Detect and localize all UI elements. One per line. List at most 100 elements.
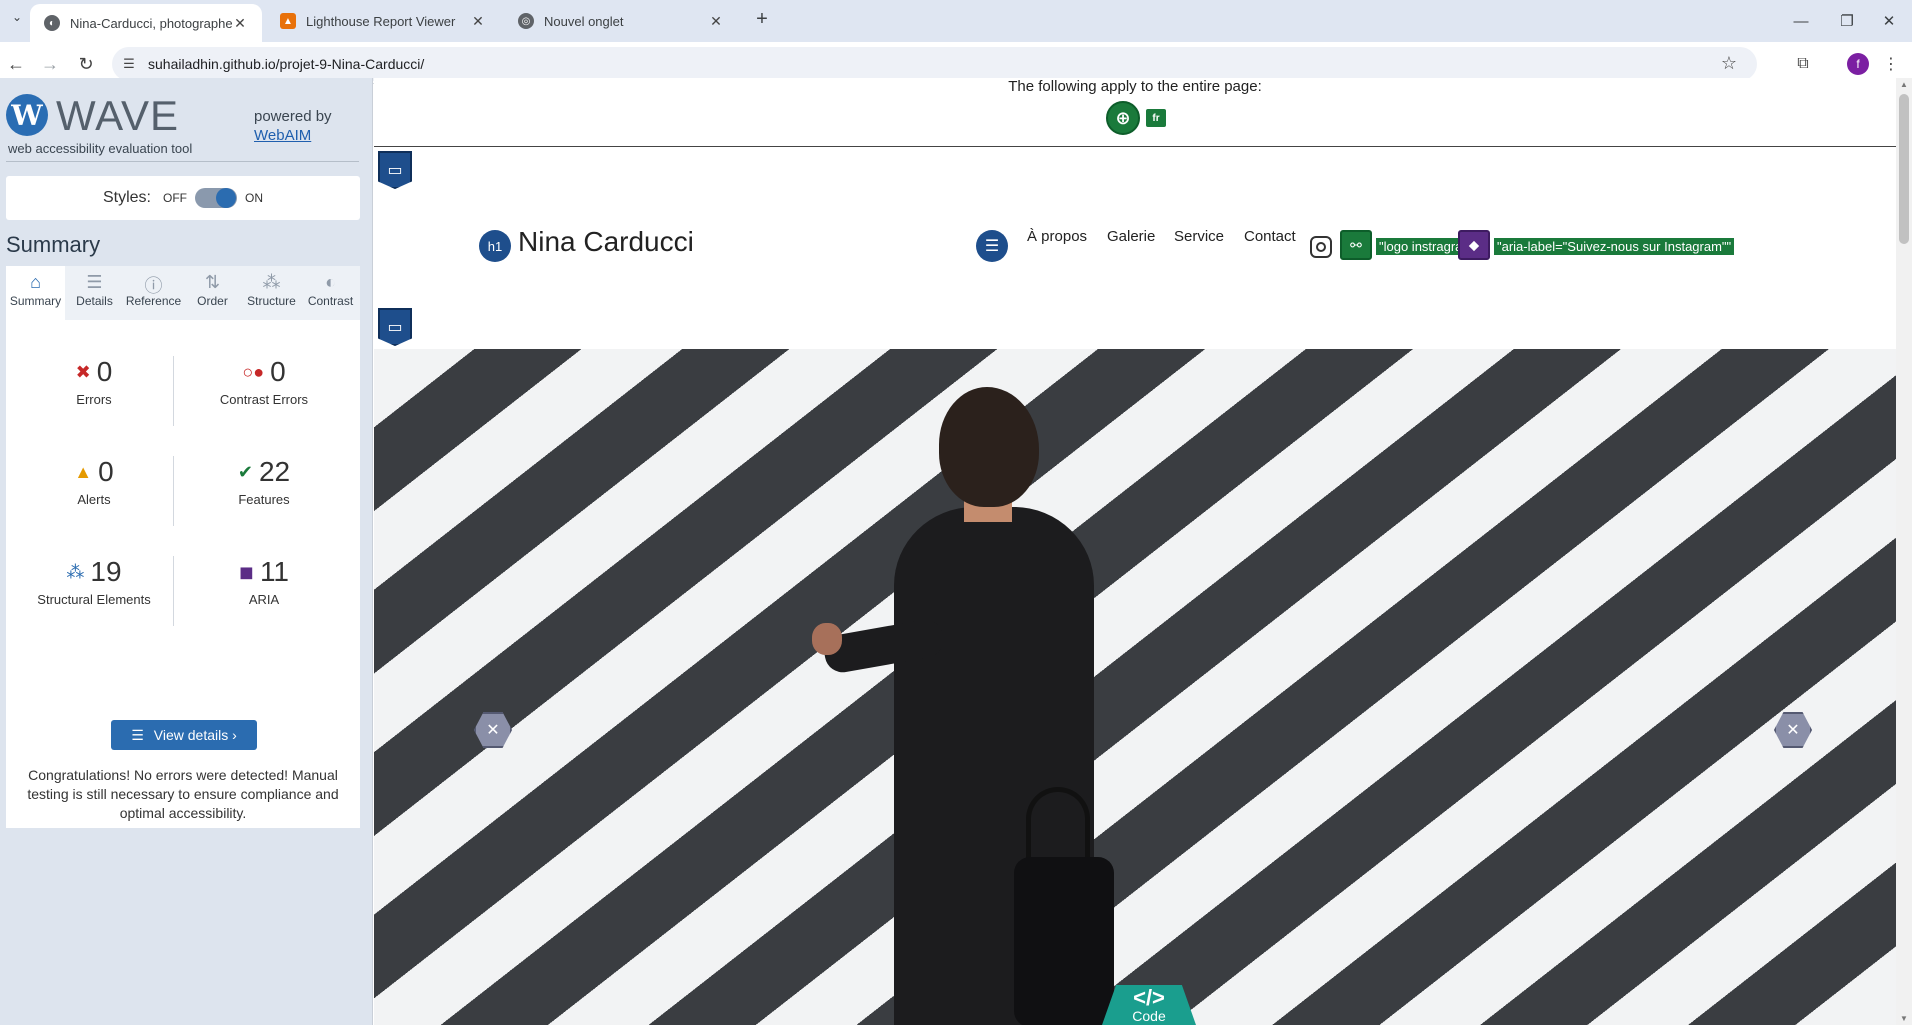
bookmark-star-icon[interactable]: ☆ xyxy=(1721,53,1737,74)
person-hand xyxy=(812,623,842,655)
features-label: Features xyxy=(238,492,290,507)
businessman-figure xyxy=(812,387,1124,1025)
scroll-thumb[interactable] xyxy=(1899,94,1909,244)
stat-structure: ⁂ 19 Structural Elements xyxy=(14,554,174,607)
header-region-icon[interactable]: ▭ xyxy=(378,151,412,189)
styles-off-label: OFF xyxy=(163,191,187,205)
view-details-button[interactable]: ☰ View details › xyxy=(111,720,257,750)
globe-favicon-icon: ◐ xyxy=(44,15,60,31)
close-tab-icon[interactable]: ✕ xyxy=(470,13,486,29)
features-count: 22 xyxy=(258,456,291,487)
tab-structure[interactable]: ⁂ Structure xyxy=(242,266,301,320)
stat-contrast-errors: ○● 0 Contrast Errors xyxy=(184,354,344,407)
webaim-link[interactable]: WebAIM xyxy=(254,126,332,145)
new-tab-button[interactable]: + xyxy=(750,8,774,32)
nav-list-icon[interactable]: ☰ xyxy=(976,230,1008,262)
alerts-label: Alerts xyxy=(77,492,111,507)
tab-label: Order xyxy=(197,294,228,308)
hero-image xyxy=(374,349,1896,1025)
restore-icon[interactable]: ❐ xyxy=(1824,0,1870,42)
extensions-icon[interactable]: ⧉ xyxy=(1790,51,1816,77)
instagram-icon[interactable] xyxy=(1310,236,1332,258)
styles-toggle-box: Styles: OFF ON xyxy=(6,176,360,220)
crosswalk-background xyxy=(374,349,1896,1025)
congrats-message: Congratulations! No errors were detected… xyxy=(27,767,339,821)
divider xyxy=(173,556,174,626)
styles-on-label: ON xyxy=(245,191,263,205)
profile-avatar[interactable]: f xyxy=(1847,53,1869,75)
page-scrollbar[interactable]: ▲ ▼ xyxy=(1896,78,1912,1025)
nav-link-contact[interactable]: Contact xyxy=(1244,228,1296,245)
minimize-icon[interactable]: — xyxy=(1778,0,1824,42)
tab-reference[interactable]: ⓘ Reference xyxy=(124,266,183,320)
site-info-icon[interactable]: ☰ xyxy=(118,53,140,75)
styles-toggle-switch[interactable] xyxy=(195,188,237,208)
tab-label: Reference xyxy=(125,294,182,308)
tab-nina-carducci[interactable]: ◐ Nina-Carducci, photographe ✕ xyxy=(30,4,262,42)
back-icon[interactable]: ← xyxy=(2,51,30,77)
tab-new-tab[interactable]: ◎ Nouvel onglet ✕ xyxy=(504,0,738,42)
aria-label-text: "aria-label="Suivez-nous sur Instagram"" xyxy=(1494,238,1735,255)
page-content: The following apply to the entire page: … xyxy=(374,78,1896,1025)
code-label: Code xyxy=(1132,1008,1166,1024)
alert-icon: ▲ xyxy=(74,461,93,482)
wave-tab-bar: ⌂ Summary ☰ Details ⓘ Reference ⇅ Order … xyxy=(6,266,360,320)
toggle-knob xyxy=(216,188,236,208)
tab-label: Details xyxy=(76,294,113,308)
aria-label: ARIA xyxy=(248,592,280,607)
summary-heading: Summary xyxy=(6,232,101,257)
tab-summary[interactable]: ⌂ Summary xyxy=(6,266,65,320)
list-icon: ☰ xyxy=(131,726,144,743)
scroll-down-icon[interactable]: ▼ xyxy=(1900,1014,1908,1023)
forward-icon[interactable]: → xyxy=(36,51,64,77)
nav-link-galerie[interactable]: Galerie xyxy=(1107,228,1155,245)
tab-order[interactable]: ⇅ Order xyxy=(183,266,242,320)
wave-logo-icon: W xyxy=(6,94,48,136)
divider xyxy=(374,146,1896,147)
apply-text: The following apply to the entire page: xyxy=(1008,78,1262,95)
contrast-errors-count: 0 xyxy=(270,356,286,387)
page-level-icons: ⊕ fr xyxy=(1106,101,1166,135)
aria-label-icon[interactable]: ⬥ xyxy=(1458,230,1490,260)
main-region-icon[interactable]: ▭ xyxy=(378,308,412,346)
globe-language-icon[interactable]: ⊕ xyxy=(1106,101,1140,135)
close-window-icon[interactable]: ✕ xyxy=(1866,0,1912,42)
person-bag xyxy=(1014,857,1114,1025)
close-tab-icon[interactable]: ✕ xyxy=(708,13,724,29)
divider xyxy=(173,456,174,526)
tab-lighthouse[interactable]: ▲ Lighthouse Report Viewer ✕ xyxy=(266,0,500,42)
tab-search-icon[interactable]: ⌄ xyxy=(6,6,28,28)
powered-by: powered by WebAIM xyxy=(254,107,332,145)
address-bar[interactable]: ☰ suhailadhin.github.io/projet-9-Nina-Ca… xyxy=(112,47,1757,81)
tab-label: Structure xyxy=(247,294,296,308)
scroll-up-icon[interactable]: ▲ xyxy=(1900,80,1908,89)
stat-aria: ◼ 11 ARIA xyxy=(184,554,344,607)
menu-kebab-icon[interactable]: ⋮ xyxy=(1878,51,1904,77)
contrast-error-icon: ○● xyxy=(242,361,265,382)
reload-icon[interactable]: ↻ xyxy=(72,51,100,77)
check-icon: ✔ xyxy=(237,461,253,482)
info-icon: ⓘ xyxy=(144,276,163,296)
close-tab-icon[interactable]: ✕ xyxy=(232,15,248,31)
tab-details[interactable]: ☰ Details xyxy=(65,266,124,320)
nav-link-apropos[interactable]: À propos xyxy=(1027,228,1087,245)
code-view-button[interactable]: </> Code xyxy=(1102,985,1196,1025)
stat-features: ✔ 22 Features xyxy=(184,454,344,507)
aria-icon: ◼ xyxy=(238,561,254,582)
contrast-icon: ◐ xyxy=(325,272,336,292)
stat-alerts: ▲ 0 Alerts xyxy=(14,454,174,507)
tab-contrast[interactable]: ◐ Contrast xyxy=(301,266,360,320)
alt-text-icon[interactable]: ⚯ xyxy=(1340,230,1372,260)
url-text: suhailadhin.github.io/projet-9-Nina-Card… xyxy=(148,56,425,72)
nav-link-service[interactable]: Service xyxy=(1174,228,1224,245)
structure-icon: ⁂ xyxy=(66,561,85,582)
h1-badge-icon[interactable]: h1 xyxy=(479,230,511,262)
list-icon: ☰ xyxy=(86,272,103,292)
errors-label: Errors xyxy=(76,392,112,407)
styles-label: Styles: xyxy=(102,189,151,206)
lang-badge-icon[interactable]: fr xyxy=(1146,109,1166,127)
chrome-favicon-icon: ◎ xyxy=(518,13,534,29)
tab-title: Lighthouse Report Viewer xyxy=(306,13,456,29)
contrast-errors-label: Contrast Errors xyxy=(219,392,309,407)
wave-subtitle: web accessibility evaluation tool xyxy=(8,141,193,156)
